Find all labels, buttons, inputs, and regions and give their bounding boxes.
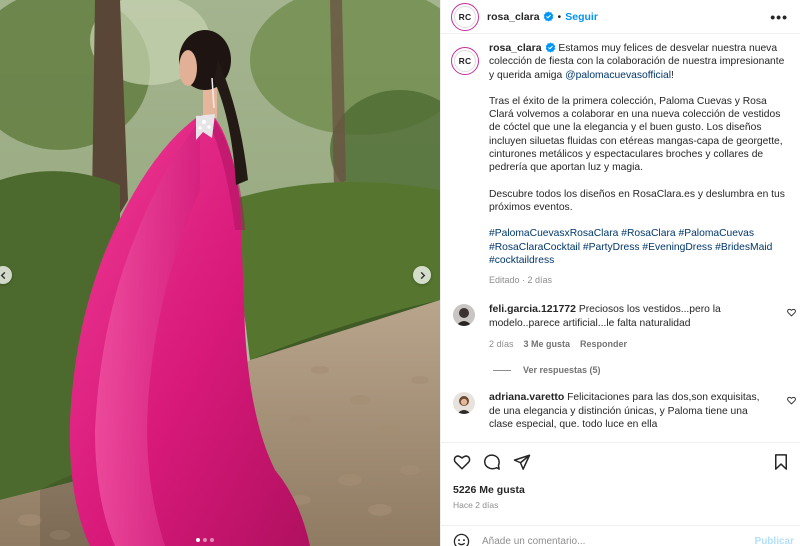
comment-actions: 2 días 3 Me gusta Responder bbox=[489, 338, 769, 351]
avatar[interactable]: RC bbox=[451, 2, 479, 31]
commenter-avatar-image bbox=[453, 304, 475, 327]
hashtag-link[interactable]: #EveningDress bbox=[642, 242, 712, 253]
post-details-panel: RC rosa_clara • Seguir ••• RC rosa_clara… bbox=[440, 0, 800, 546]
carousel-next-button[interactable] bbox=[413, 266, 431, 284]
caption-meta: Editado · 2 días bbox=[489, 275, 553, 286]
reply-button[interactable]: Responder bbox=[580, 338, 627, 351]
carousel-dot bbox=[210, 538, 214, 542]
heart-icon[interactable] bbox=[787, 308, 796, 318]
verified-badge-icon bbox=[543, 11, 553, 22]
username-link[interactable]: rosa_clara bbox=[487, 11, 540, 23]
mention-link[interactable]: @palomacuevasofficial bbox=[565, 70, 671, 81]
commenter-avatar[interactable] bbox=[453, 392, 475, 415]
action-icons bbox=[441, 443, 800, 471]
comment-item: adriana.varetto Felicitaciones para las … bbox=[441, 391, 800, 431]
follow-button[interactable]: Seguir bbox=[565, 11, 598, 23]
carousel-dot bbox=[203, 538, 207, 542]
carousel-dot bbox=[196, 538, 200, 542]
caption-paragraph-3: Descubre todos los diseños en RosaClara.… bbox=[489, 188, 785, 213]
commenter-avatar-image bbox=[453, 392, 475, 415]
caption-paragraph-1-end: ! bbox=[671, 69, 674, 81]
hashtag-link[interactable]: #PalomaCuevasxRosaClara bbox=[489, 228, 618, 239]
separator-dot: • bbox=[557, 10, 562, 23]
hashtag-link[interactable]: #RosaClaraCocktail bbox=[489, 242, 580, 253]
comment-age: 2 días bbox=[489, 339, 514, 350]
view-replies-button[interactable]: Ver respuestas (5) bbox=[493, 365, 800, 375]
post-caption: RC rosa_clara Estamos muy felices de des… bbox=[441, 42, 800, 287]
chevron-left-icon bbox=[0, 271, 5, 279]
avatar-initials: RC bbox=[454, 5, 476, 28]
verified-badge-icon bbox=[545, 42, 555, 53]
avatar-initials: RC bbox=[454, 50, 476, 72]
caption-paragraph-2: Tras el éxito de la primera colección, P… bbox=[489, 95, 783, 174]
replies-divider bbox=[493, 369, 511, 371]
caption-username[interactable]: rosa_clara bbox=[489, 42, 542, 54]
heart-icon[interactable] bbox=[787, 396, 796, 405]
comment-username[interactable]: adriana.varetto bbox=[489, 391, 564, 403]
comment-username[interactable]: feli.garcia.121772 bbox=[489, 303, 576, 315]
comments-scroll-area[interactable]: RC rosa_clara Estamos muy felices de des… bbox=[441, 42, 800, 442]
more-options-icon[interactable]: ••• bbox=[770, 10, 788, 24]
post-header: RC rosa_clara • Seguir ••• bbox=[441, 0, 800, 34]
post-photo-illustration bbox=[0, 0, 440, 546]
hashtag-link[interactable]: #BridesMaid bbox=[715, 242, 772, 253]
avatar[interactable]: RC bbox=[451, 47, 479, 75]
likes-count[interactable]: 5226 Me gusta bbox=[441, 471, 800, 496]
hashtag-link[interactable]: #PartyDress bbox=[583, 242, 640, 253]
emoji-icon[interactable] bbox=[453, 533, 470, 546]
post-date: Hace 2 días bbox=[453, 500, 499, 510]
hashtag-link[interactable]: #PalomaCuevas bbox=[678, 228, 754, 239]
comment-body: feli.garcia.121772 Preciosos los vestido… bbox=[489, 303, 769, 351]
share-icon[interactable] bbox=[513, 453, 531, 471]
post-image[interactable] bbox=[0, 0, 440, 546]
chevron-right-icon bbox=[420, 271, 425, 279]
comment-likes-link[interactable]: 3 Me gusta bbox=[524, 338, 571, 351]
comment-input[interactable] bbox=[482, 536, 755, 546]
hashtag-link[interactable]: #cocktaildress bbox=[489, 255, 554, 266]
publish-button[interactable]: Publicar bbox=[755, 536, 794, 546]
add-comment-bar: Publicar bbox=[441, 525, 800, 546]
comment-body: adriana.varetto Felicitaciones para las … bbox=[489, 391, 769, 431]
caption-text: rosa_clara Estamos muy felices de desvel… bbox=[489, 42, 789, 287]
comment-icon[interactable] bbox=[483, 453, 501, 471]
carousel-indicator bbox=[196, 538, 214, 542]
view-replies-label: Ver respuestas (5) bbox=[523, 365, 601, 376]
comment-item: feli.garcia.121772 Preciosos los vestido… bbox=[441, 303, 800, 351]
heart-icon[interactable] bbox=[453, 453, 471, 471]
post-actions: 5226 Me gusta Hace 2 días Publicar bbox=[441, 442, 800, 546]
hashtag-link[interactable]: #RosaClara bbox=[621, 228, 675, 239]
commenter-avatar[interactable] bbox=[453, 304, 475, 327]
hashtag-list: #PalomaCuevasxRosaClara #RosaClara #Palo… bbox=[489, 227, 789, 267]
bookmark-icon[interactable] bbox=[772, 453, 790, 471]
